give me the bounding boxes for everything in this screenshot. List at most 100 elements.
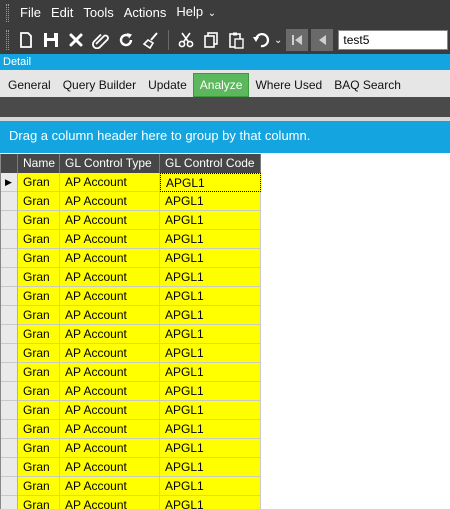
row-selector-header[interactable] [0,154,18,173]
cell-gl-control-type[interactable]: AP Account [60,249,160,268]
table-row[interactable]: Gran AP Account APGL1 [0,268,261,287]
cell-name[interactable]: Gran [18,306,60,325]
cell-name[interactable]: Gran [18,268,60,287]
tab-query-builder[interactable]: Query Builder [57,74,142,96]
cell-gl-control-type[interactable]: AP Account [60,382,160,401]
cell-gl-control-type[interactable]: AP Account [60,306,160,325]
first-record-icon[interactable] [286,29,309,51]
cut-icon[interactable] [175,29,197,51]
new-icon[interactable] [15,29,37,51]
table-row[interactable]: Gran AP Account APGL1 [0,287,261,306]
cell-gl-control-code[interactable]: APGL1 [160,287,261,306]
cell-gl-control-code[interactable]: APGL1 [160,211,261,230]
menu-actions[interactable]: Actions [119,0,172,26]
cell-gl-control-type[interactable]: AP Account [60,401,160,420]
cell-gl-control-code[interactable]: APGL1 [160,325,261,344]
cell-gl-control-code[interactable]: APGL1 [160,363,261,382]
menubar-grip[interactable] [6,4,9,22]
cell-gl-control-code[interactable]: APGL1 [160,306,261,325]
table-row[interactable]: Gran AP Account APGL1 [0,230,261,249]
cell-gl-control-code[interactable]: APGL1 [160,420,261,439]
table-row[interactable]: ▶ Gran AP Account APGL1 [0,173,261,192]
cell-gl-control-type[interactable]: AP Account [60,211,160,230]
menu-edit[interactable]: Edit [46,0,78,26]
table-row[interactable]: Gran AP Account APGL1 [0,477,261,496]
tab-update[interactable]: Update [142,74,193,96]
row-selector[interactable] [0,496,18,509]
cell-gl-control-code[interactable]: APGL1 [160,458,261,477]
cell-gl-control-type[interactable]: AP Account [60,268,160,287]
cell-gl-control-code[interactable]: APGL1 [160,496,261,509]
row-selector[interactable] [0,420,18,439]
menu-tools[interactable]: Tools [78,0,118,26]
column-header-gl-control-type[interactable]: GL Control Type [60,154,160,173]
cell-gl-control-code[interactable]: APGL1 [160,192,261,211]
cell-gl-control-code[interactable]: APGL1 [160,268,261,287]
record-id-input[interactable] [338,30,449,50]
tab-baq-search[interactable]: BAQ Search [328,74,407,96]
cell-name[interactable]: Gran [18,420,60,439]
table-row[interactable]: Gran AP Account APGL1 [0,249,261,268]
cell-name[interactable]: Gran [18,344,60,363]
row-selector[interactable] [0,249,18,268]
row-selector[interactable] [0,363,18,382]
row-selector[interactable] [0,382,18,401]
cell-name[interactable]: Gran [18,192,60,211]
table-row[interactable]: Gran AP Account APGL1 [0,382,261,401]
refresh-icon[interactable] [115,29,137,51]
table-row[interactable]: Gran AP Account APGL1 [0,344,261,363]
tab-analyze[interactable]: Analyze [192,73,250,97]
previous-record-icon[interactable] [311,29,334,51]
undo-icon[interactable] [250,29,272,51]
cell-gl-control-code[interactable]: APGL1 [160,401,261,420]
paste-icon[interactable] [225,29,247,51]
cell-name[interactable]: Gran [18,363,60,382]
column-header-gl-control-code[interactable]: GL Control Code [160,154,261,173]
delete-icon[interactable] [65,29,87,51]
row-selector[interactable] [0,325,18,344]
undo-dropdown-icon[interactable]: ⌄ [274,35,282,46]
row-selector[interactable] [0,192,18,211]
cell-gl-control-code[interactable]: APGL1 [160,249,261,268]
current-row-indicator-icon[interactable]: ▶ [0,173,18,192]
cell-name[interactable]: Gran [18,230,60,249]
menu-help[interactable]: Help ⌄ [171,0,221,27]
cell-name[interactable]: Gran [18,439,60,458]
table-row[interactable]: Gran AP Account APGL1 [0,458,261,477]
save-icon[interactable] [40,29,62,51]
table-row[interactable]: Gran AP Account APGL1 [0,363,261,382]
table-row[interactable]: Gran AP Account APGL1 [0,496,261,509]
row-selector[interactable] [0,230,18,249]
cell-gl-control-code[interactable]: APGL1 [160,230,261,249]
table-row[interactable]: Gran AP Account APGL1 [0,439,261,458]
table-row[interactable]: Gran AP Account APGL1 [0,325,261,344]
cell-gl-control-code[interactable]: APGL1 [160,382,261,401]
table-row[interactable]: Gran AP Account APGL1 [0,211,261,230]
row-selector[interactable] [0,439,18,458]
copy-icon[interactable] [200,29,222,51]
tab-where-used[interactable]: Where Used [249,74,328,96]
cell-name[interactable]: Gran [18,382,60,401]
cell-gl-control-type[interactable]: AP Account [60,458,160,477]
row-selector[interactable] [0,306,18,325]
row-selector[interactable] [0,211,18,230]
cell-name[interactable]: Gran [18,401,60,420]
row-selector[interactable] [0,401,18,420]
cell-gl-control-type[interactable]: AP Account [60,287,160,306]
tab-general[interactable]: General [2,74,57,96]
cell-gl-control-type[interactable]: AP Account [60,325,160,344]
cell-name[interactable]: Gran [18,477,60,496]
cell-gl-control-code[interactable]: APGL1 [160,173,261,192]
table-row[interactable]: Gran AP Account APGL1 [0,420,261,439]
cell-gl-control-code[interactable]: APGL1 [160,477,261,496]
cell-gl-control-code[interactable]: APGL1 [160,439,261,458]
table-row[interactable]: Gran AP Account APGL1 [0,306,261,325]
table-row[interactable]: Gran AP Account APGL1 [0,192,261,211]
cell-name[interactable]: Gran [18,249,60,268]
cell-name[interactable]: Gran [18,211,60,230]
row-selector[interactable] [0,477,18,496]
row-selector[interactable] [0,287,18,306]
cell-name[interactable]: Gran [18,496,60,509]
table-row[interactable]: Gran AP Account APGL1 [0,401,261,420]
toolbar-grip[interactable] [6,30,9,50]
